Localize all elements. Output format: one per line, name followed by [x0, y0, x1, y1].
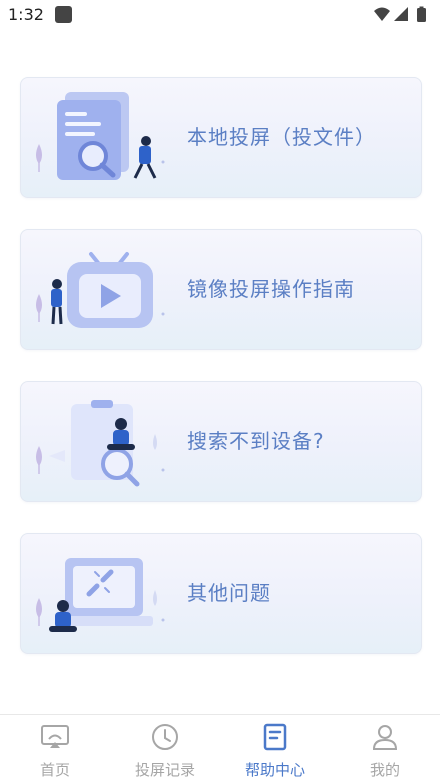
- app-notification-icon: [55, 6, 72, 23]
- tab-profile[interactable]: 我的: [330, 715, 440, 783]
- wifi-icon: [374, 7, 390, 21]
- clock-icon: [152, 724, 178, 750]
- clipboard-search-illustration: [36, 400, 165, 487]
- tv-play-illustration: [36, 252, 165, 328]
- help-card-label: 其他问题: [187, 581, 271, 605]
- tab-label: 首页: [39, 761, 70, 779]
- help-card-other-questions[interactable]: 其他问题: [20, 533, 422, 654]
- tab-help-center[interactable]: 帮助中心: [220, 715, 330, 783]
- tab-label: 投屏记录: [134, 761, 195, 779]
- document-icon: [263, 723, 287, 751]
- help-card-label: 搜索不到设备?: [187, 429, 325, 453]
- bottom-tab-bar: 首页 投屏记录 帮助中心 我的: [0, 714, 440, 783]
- tab-cast-history[interactable]: 投屏记录: [110, 715, 220, 783]
- help-card-local-cast[interactable]: 本地投屏（投文件）: [20, 77, 422, 198]
- tab-label: 帮助中心: [244, 761, 305, 779]
- help-card-mirror-guide[interactable]: 镜像投屏操作指南: [20, 229, 422, 350]
- help-card-label: 镜像投屏操作指南: [187, 277, 355, 301]
- status-bar: 1:32: [0, 0, 440, 30]
- help-card-device-not-found[interactable]: 搜索不到设备?: [20, 381, 422, 502]
- tab-label: 我的: [369, 761, 400, 779]
- cast-screen-icon: [41, 725, 69, 748]
- person-icon: [372, 725, 398, 750]
- status-time: 1:32: [8, 5, 44, 24]
- status-icons: [374, 6, 426, 22]
- tab-home[interactable]: 首页: [0, 715, 110, 783]
- broken-link-laptop-illustration: [36, 558, 165, 632]
- document-search-illustration: [36, 92, 165, 180]
- help-card-label: 本地投屏（投文件）: [187, 125, 376, 149]
- battery-icon: [417, 8, 426, 22]
- cellular-signal-icon: [394, 7, 408, 21]
